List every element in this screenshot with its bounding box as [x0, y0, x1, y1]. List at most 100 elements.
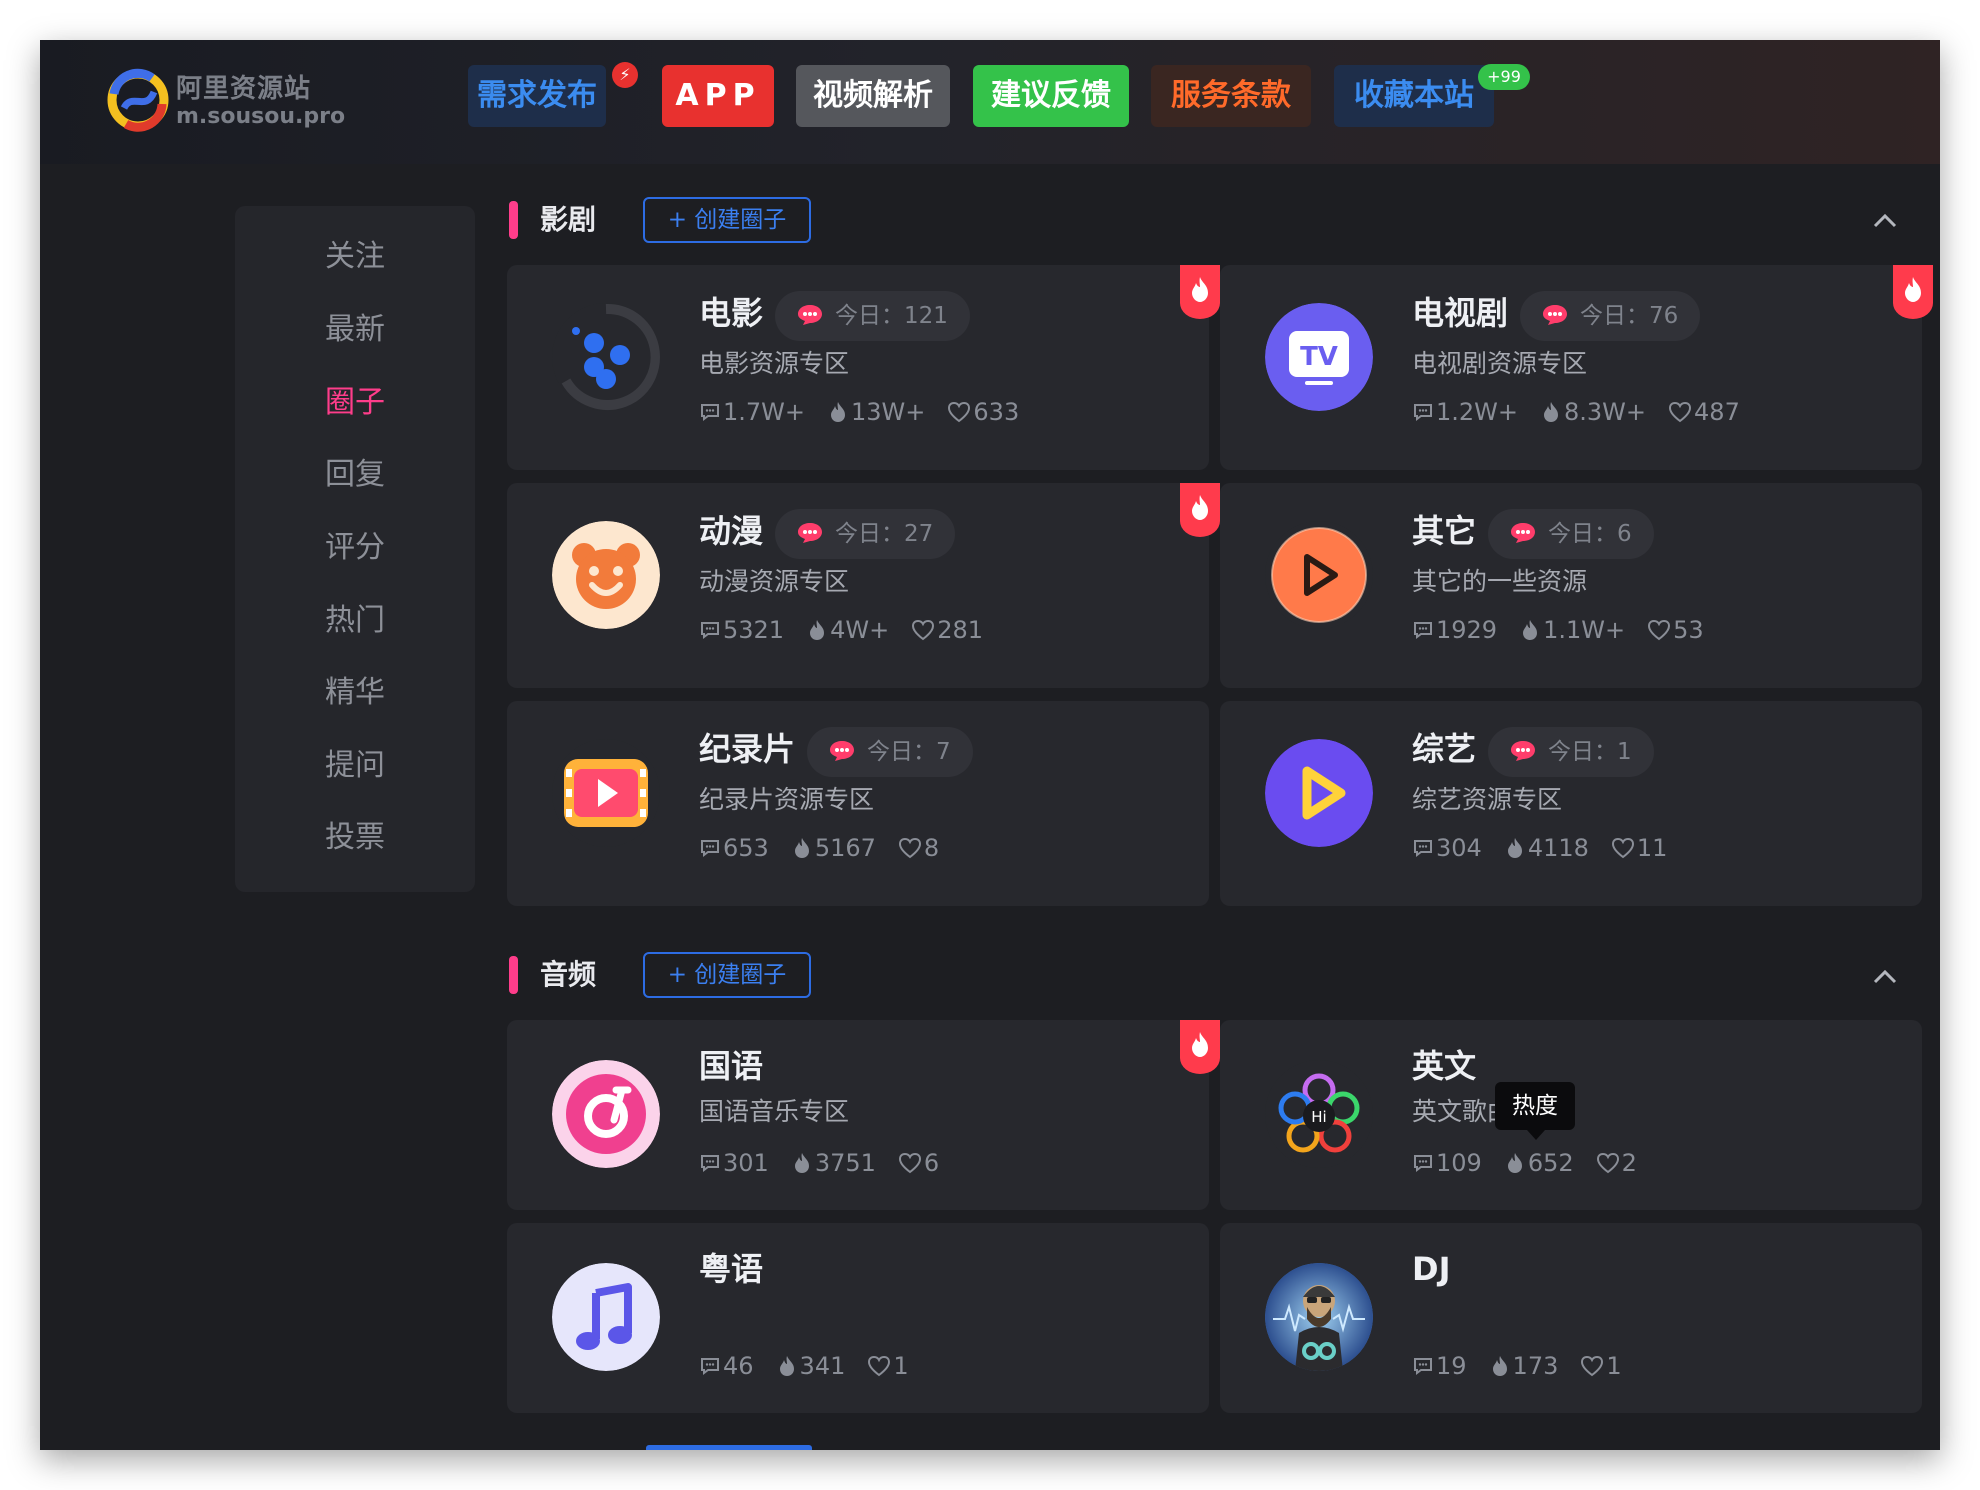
- music-note-icon: [552, 1263, 660, 1371]
- svg-text:TV: TV: [1300, 342, 1338, 372]
- section-accent-bar: [509, 956, 518, 994]
- heat-count: 3751: [814, 1149, 876, 1177]
- heart-icon: [898, 837, 921, 859]
- today-count-text: 今日：27: [835, 521, 934, 547]
- circle-card-documentary[interactable]: 纪录片 今日：7 纪录片资源专区 653 5167 8: [507, 701, 1209, 906]
- card-title: 综艺: [1412, 730, 1477, 768]
- like-count: 2: [1621, 1149, 1637, 1177]
- card-stats: 653 5167 8: [699, 830, 939, 865]
- comment-icon: [701, 1358, 719, 1375]
- chat-bubble-icon: [798, 523, 822, 543]
- circle-card-dj[interactable]: DJ 19 173 1: [1220, 1223, 1922, 1413]
- create-circle-button[interactable]: + 创建圈子: [643, 197, 811, 243]
- sidebar-item-ratings[interactable]: 评分: [235, 523, 475, 573]
- flame-icon[interactable]: [1504, 1152, 1526, 1174]
- sidebar-item-featured[interactable]: 精华: [235, 668, 475, 718]
- nav-post-request-button[interactable]: 需求发布: [468, 65, 606, 127]
- heat-count: 4118: [1527, 834, 1589, 862]
- card-title: 动漫: [699, 512, 764, 550]
- circle-card-mandarin[interactable]: 国语 国语音乐专区 301 3751 6: [507, 1020, 1220, 1210]
- nav-feedback-button[interactable]: 建议反馈: [973, 65, 1129, 127]
- today-count-text: 今日：7: [867, 739, 951, 765]
- chat-bubble-icon: [1543, 305, 1567, 325]
- sidebar-item-questions[interactable]: 提问: [235, 741, 475, 791]
- heat-count: 173: [1512, 1352, 1559, 1380]
- comment-count: 301: [723, 1149, 769, 1177]
- card-title: 电影: [699, 294, 764, 332]
- circle-card-anime[interactable]: 动漫 今日：27 动漫资源专区 5321 4W+ 281: [507, 483, 1220, 688]
- section-title-drama: 影剧: [540, 203, 597, 236]
- circle-card-tv-series[interactable]: TV 电视剧 今日：76 电视剧资源专区 1.2W+ 8.3W+ 487: [1220, 265, 1933, 470]
- today-count-text: 今日：1: [1548, 739, 1632, 765]
- flame-icon: [1544, 402, 1559, 422]
- flame-icon: [794, 1153, 809, 1173]
- nav-app-button[interactable]: APP: [662, 65, 774, 127]
- flame-icon: [1507, 838, 1522, 858]
- card-stats: 1.7W+ 13W+ 633: [699, 394, 1019, 429]
- card-stats: 1929 1.1W+ 53: [1412, 612, 1704, 647]
- heat-count: 341: [799, 1352, 846, 1380]
- hot-flame-badge-icon: [1180, 1020, 1220, 1074]
- heart-icon: [1669, 401, 1692, 423]
- comment-icon: [1414, 840, 1432, 857]
- sidebar-item-circles[interactable]: 圈子: [235, 378, 475, 428]
- circle-card-cantonese[interactable]: 粤语 46 341 1: [507, 1223, 1209, 1413]
- circle-card-movie[interactable]: 电影 今日：121 电影资源专区 1.7W+ 13W+ 633: [507, 265, 1220, 470]
- circle-card-variety[interactable]: 综艺 今日：1 综艺资源专区 304 4118 11: [1220, 701, 1922, 906]
- card-description: 其它的一些资源: [1412, 567, 1588, 596]
- comment-icon: [701, 622, 719, 639]
- site-logo[interactable]: 阿里资源站 m.sousou.pro: [102, 60, 362, 140]
- sidebar-item-hot[interactable]: 热门: [235, 596, 475, 646]
- nav-label: 建议反馈: [991, 78, 1111, 113]
- sidebar: 关注 最新 圈子 回复 评分 热门 精华 提问 投票: [235, 206, 475, 892]
- card-title: 国语: [699, 1047, 764, 1085]
- heat-tooltip: 热度: [1495, 1082, 1575, 1140]
- comment-icon: [1414, 1358, 1432, 1375]
- card-title: 英文: [1412, 1047, 1477, 1085]
- card-description: 国语音乐专区: [699, 1097, 850, 1126]
- heart-icon: [868, 1355, 891, 1377]
- today-count-pill: 今日：7: [807, 727, 973, 777]
- collapse-chevron-up-icon[interactable]: [1865, 202, 1905, 242]
- sidebar-item-replies[interactable]: 回复: [235, 450, 475, 500]
- heart-icon: [1596, 1152, 1619, 1174]
- nav-label: 视频解析: [813, 78, 933, 113]
- nav-terms-button[interactable]: 服务条款: [1151, 65, 1311, 127]
- flame-icon: [810, 620, 825, 640]
- card-stats: 5321 4W+ 281: [699, 612, 983, 647]
- music-disc-icon: [552, 1060, 660, 1168]
- comment-count: 1.7W+: [723, 398, 806, 426]
- heart-icon: [1581, 1355, 1604, 1377]
- card-title: 电视剧: [1412, 294, 1509, 332]
- card-description: 纪录片资源专区: [699, 785, 875, 814]
- like-count: 53: [1673, 616, 1704, 644]
- flame-icon: [779, 1356, 794, 1376]
- film-reel-icon: [552, 303, 660, 411]
- dj-avatar-icon: [1265, 1263, 1373, 1371]
- collapse-chevron-up-icon[interactable]: [1865, 958, 1905, 998]
- like-count: 281: [937, 616, 983, 644]
- hi-flower-icon: Hi: [1265, 1060, 1373, 1168]
- circle-card-other[interactable]: 其它 今日：6 其它的一些资源 1929 1.1W+ 53: [1220, 483, 1922, 688]
- sidebar-item-votes[interactable]: 投票: [235, 813, 475, 863]
- nav-label: APP: [675, 78, 761, 113]
- lightning-badge-icon: ⚡: [612, 62, 638, 88]
- heart-icon: [912, 619, 935, 641]
- card-title: 粤语: [699, 1250, 764, 1288]
- sidebar-item-latest[interactable]: 最新: [235, 305, 475, 355]
- section-accent-bar: [509, 201, 518, 239]
- sidebar-item-follow[interactable]: 关注: [235, 232, 475, 282]
- like-count: 1: [893, 1352, 909, 1380]
- next-section-create-button-edge[interactable]: [646, 1445, 812, 1450]
- like-count: 633: [973, 398, 1020, 426]
- heat-count: 652: [1527, 1149, 1574, 1177]
- nav-video-parse-button[interactable]: 视频解析: [796, 65, 950, 127]
- top-navbar: 阿里资源站 m.sousou.pro 需求发布 ⚡ APP 视频解析 建议反馈 …: [40, 40, 1940, 164]
- comment-count: 1.2W+: [1436, 398, 1519, 426]
- nav-bookmark-button[interactable]: 收藏本站: [1334, 65, 1494, 127]
- create-circle-button[interactable]: + 创建圈子: [643, 952, 811, 998]
- hot-flame-badge-icon: [1180, 265, 1220, 319]
- section-title-audio: 音频: [540, 958, 597, 991]
- comment-count: 46: [723, 1352, 754, 1380]
- logo-domain: m.sousou.pro: [176, 104, 346, 129]
